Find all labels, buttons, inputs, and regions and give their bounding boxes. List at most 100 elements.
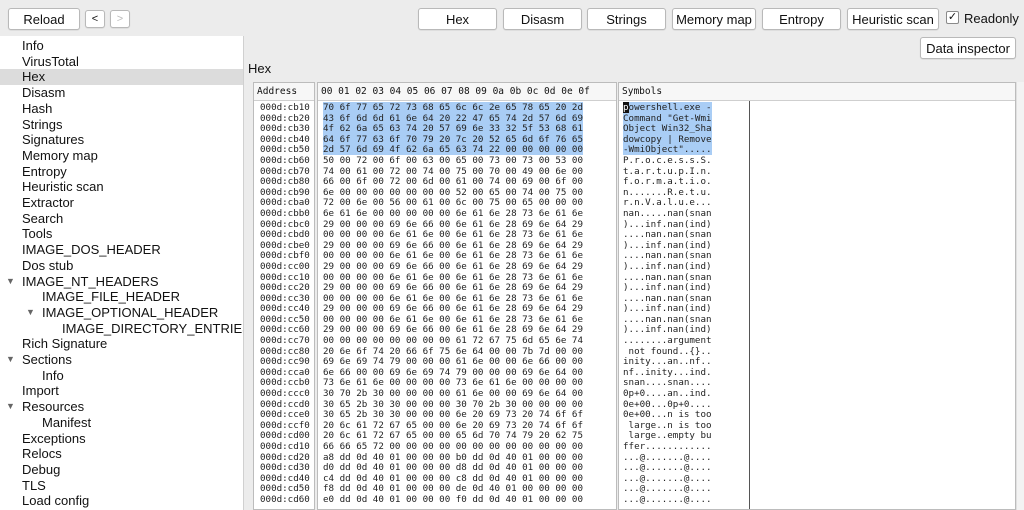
symbols-text: ........argument <box>623 335 712 347</box>
chevron-down-icon[interactable]: ▼ <box>6 352 15 368</box>
hex-bytes-text: 69 6e 69 74 79 00 00 00 61 6e 00 00 6e 6… <box>323 356 583 368</box>
symbols-text: )...inf.nan(ind) <box>623 324 712 336</box>
sidebar-item[interactable]: Load config <box>0 493 243 509</box>
hex-bytes-text: 72 00 6e 00 56 00 61 00 6c 00 75 00 65 0… <box>323 197 583 209</box>
sidebar-item-label: Strings <box>22 116 63 132</box>
sidebar-item[interactable]: ▼ Sections <box>0 352 243 368</box>
hex-rows: 70 6f 77 65 72 73 68 65 6c 6c 2e 65 78 6… <box>318 102 616 506</box>
sidebar-item[interactable]: Search <box>0 211 243 227</box>
sidebar-item[interactable]: Memory map <box>0 148 243 164</box>
sidebar-item[interactable]: Manifest <box>0 415 243 431</box>
sidebar-item[interactable]: Info <box>0 38 243 54</box>
hex-bytes-text: d0 dd 0d 40 01 00 00 00 d8 dd 0d 40 01 0… <box>323 462 583 474</box>
sidebar-item[interactable]: Disasm <box>0 85 243 101</box>
sidebar-item[interactable]: Import <box>0 383 243 399</box>
symbols-text: ...@.......@.... <box>623 493 712 505</box>
sidebar-item[interactable]: Signatures <box>0 132 243 148</box>
symbols-text: not found..{}.. <box>623 345 712 357</box>
strings-button[interactable]: Strings <box>587 8 666 30</box>
sidebar-item[interactable]: Rich Signature <box>0 336 243 352</box>
chevron-down-icon[interactable]: ▼ <box>6 399 15 415</box>
sidebar-item[interactable]: ▼ Resources <box>0 399 243 415</box>
symbols-rows: powershell.exe - Command "Get-Wmi Object W… <box>619 102 1015 506</box>
sidebar-item-label: Heuristic scan <box>22 179 104 195</box>
symbols-panel[interactable]: Symbols powershell.exe - Command "Get-Wmi… <box>618 82 1016 510</box>
symbols-text: ...@.......@.... <box>623 451 712 463</box>
sidebar-tree[interactable]: Info VirusTotal Hex Disasm Hash Strings Signat… <box>0 36 244 510</box>
sidebar-item-label: IMAGE_OPTIONAL_HEADER <box>42 304 219 320</box>
sidebar-item-label: Info <box>22 38 44 53</box>
sidebar-item[interactable]: Heuristic scan <box>0 179 243 195</box>
address-cell: 000d:cd10 <box>260 441 310 452</box>
hex-bytes-text: 66 66 65 72 00 00 00 00 00 00 00 00 00 0… <box>323 441 583 452</box>
sidebar-item[interactable]: Hash <box>0 101 243 117</box>
sidebar-item[interactable]: Dos stub <box>0 258 243 274</box>
sidebar-item-label: Entropy <box>22 163 67 179</box>
chevron-down-icon[interactable]: ▼ <box>6 274 15 290</box>
sidebar-item[interactable]: Info <box>0 368 243 384</box>
heuristic-scan-button[interactable]: Heuristic scan <box>847 8 939 30</box>
hex-bytes-cell[interactable]: 70 6f 77 65 72 73 68 65 6c 6c 2e 65 78 6… <box>318 102 616 114</box>
address-column-header: Address <box>254 83 314 101</box>
sidebar-item-label: Resources <box>22 399 85 415</box>
sidebar-item[interactable]: ▼ IMAGE_OPTIONAL_HEADER <box>0 304 243 321</box>
vertical-scrollbar[interactable] <box>1016 82 1024 510</box>
hex-bytes-text: 00 00 00 00 6e 61 6e 00 6e 61 6e 28 73 6… <box>323 313 583 325</box>
hex-bytes-text: 29 00 00 00 69 6e 66 00 6e 61 6e 28 69 6… <box>323 303 583 315</box>
hex-bytes-cell[interactable]: e0 dd 0d 40 01 00 00 00 f0 dd 0d 40 01 0… <box>318 493 616 506</box>
sidebar-item[interactable]: Tools <box>0 226 243 242</box>
data-inspector-button[interactable]: Data inspector <box>920 37 1016 59</box>
symbols-cell[interactable]: powershell.exe - <box>619 102 1015 114</box>
hex-bytes-text: 6e 61 6e 00 00 00 00 00 6e 61 6e 28 73 6… <box>323 207 583 219</box>
hex-button[interactable]: Hex <box>418 8 497 30</box>
hex-bytes-text: 6e 00 00 00 00 00 00 00 52 00 65 00 74 0… <box>323 186 583 198</box>
sidebar-item-label: Rich Signature <box>22 336 108 352</box>
sidebar-item[interactable]: IMAGE_FILE_HEADER <box>0 289 243 305</box>
symbols-text: nan.....nan(snan <box>623 207 712 219</box>
sidebar-item[interactable]: Strings <box>0 116 243 133</box>
sidebar-item-label: Load config <box>22 493 90 509</box>
hex-bytes-text: e0 dd 0d 40 01 00 00 00 f0 dd 0d 40 01 0… <box>323 493 583 505</box>
sidebar-item[interactable]: TLS <box>0 478 243 494</box>
memory-map-button[interactable]: Memory map <box>672 8 756 30</box>
sidebar-item[interactable]: Hex <box>0 69 243 86</box>
disasm-button[interactable]: Disasm <box>503 8 582 30</box>
sidebar-item[interactable]: Extractor <box>0 195 243 211</box>
hex-bytes-text: 00 00 00 00 6e 61 6e 00 6e 61 6e 28 73 6… <box>323 271 583 283</box>
symbols-column-header: Symbols <box>619 83 1015 101</box>
hex-panel[interactable]: 00 01 02 03 04 05 06 07 08 09 0a 0b 0c 0… <box>317 82 617 510</box>
symbols-text: t.a.r.t.u.p.I.n. <box>623 165 712 177</box>
reload-button[interactable]: Reload <box>8 8 80 30</box>
sidebar-item-label: Signatures <box>22 132 85 148</box>
address-cell: 000d:cbb0 <box>260 207 310 219</box>
symbols-text: r.n.V.a.l.u.e... <box>623 197 712 209</box>
hex-bytes-text: 29 00 00 00 69 6e 66 00 6e 61 6e 28 69 6… <box>323 282 583 294</box>
symbols-text: ....nan.nan(snan <box>623 229 712 241</box>
symbols-text: P.r.o.c.e.s.s.S. <box>623 154 712 166</box>
hex-bytes-text: 29 00 00 00 69 6e 66 00 6e 61 6e 28 69 6… <box>323 239 583 251</box>
page-title: Hex <box>248 61 272 76</box>
entropy-button[interactable]: Entropy <box>762 8 841 30</box>
back-button[interactable]: < <box>85 10 105 28</box>
forward-button[interactable]: > <box>110 10 130 28</box>
sidebar-item[interactable]: VirusTotal <box>0 53 243 70</box>
symbols-text: )...inf.nan(ind) <box>623 303 712 315</box>
sidebar-item[interactable]: Entropy <box>0 163 243 180</box>
sidebar-item[interactable]: Relocs <box>0 446 243 462</box>
symbols-cell[interactable]: ...@.......@.... <box>619 493 1015 506</box>
symbols-text: Command "Get-Wmi <box>623 112 712 124</box>
sidebar-item[interactable]: ▼ IMAGE_NT_HEADERS <box>0 274 243 290</box>
symbols-text: ....nan.nan(snan <box>623 250 712 262</box>
hex-bytes-text: 6e 66 00 00 69 6e 69 74 79 00 00 00 69 6… <box>323 366 583 378</box>
symbols-text: large..n is too <box>623 419 712 431</box>
address-panel[interactable]: Address 000d:cb10 000d:cb20 000d:cb30 000d:… <box>253 82 315 510</box>
sidebar-item[interactable]: Debug <box>0 462 243 478</box>
readonly-checkbox[interactable]: ✓ <box>946 11 959 24</box>
sidebar-item[interactable]: IMAGE_DOS_HEADER <box>0 242 243 258</box>
sidebar-item-label: Disasm <box>22 85 66 101</box>
chevron-down-icon[interactable]: ▼ <box>26 305 35 321</box>
sidebar-item[interactable]: Exceptions <box>0 431 243 447</box>
sidebar-item[interactable]: IMAGE_DIRECTORY_ENTRIES <box>0 321 243 337</box>
sidebar-item-label: VirusTotal <box>22 53 79 69</box>
hex-bytes-text: 00 00 00 00 00 00 00 00 61 72 67 75 6d 6… <box>323 335 583 347</box>
